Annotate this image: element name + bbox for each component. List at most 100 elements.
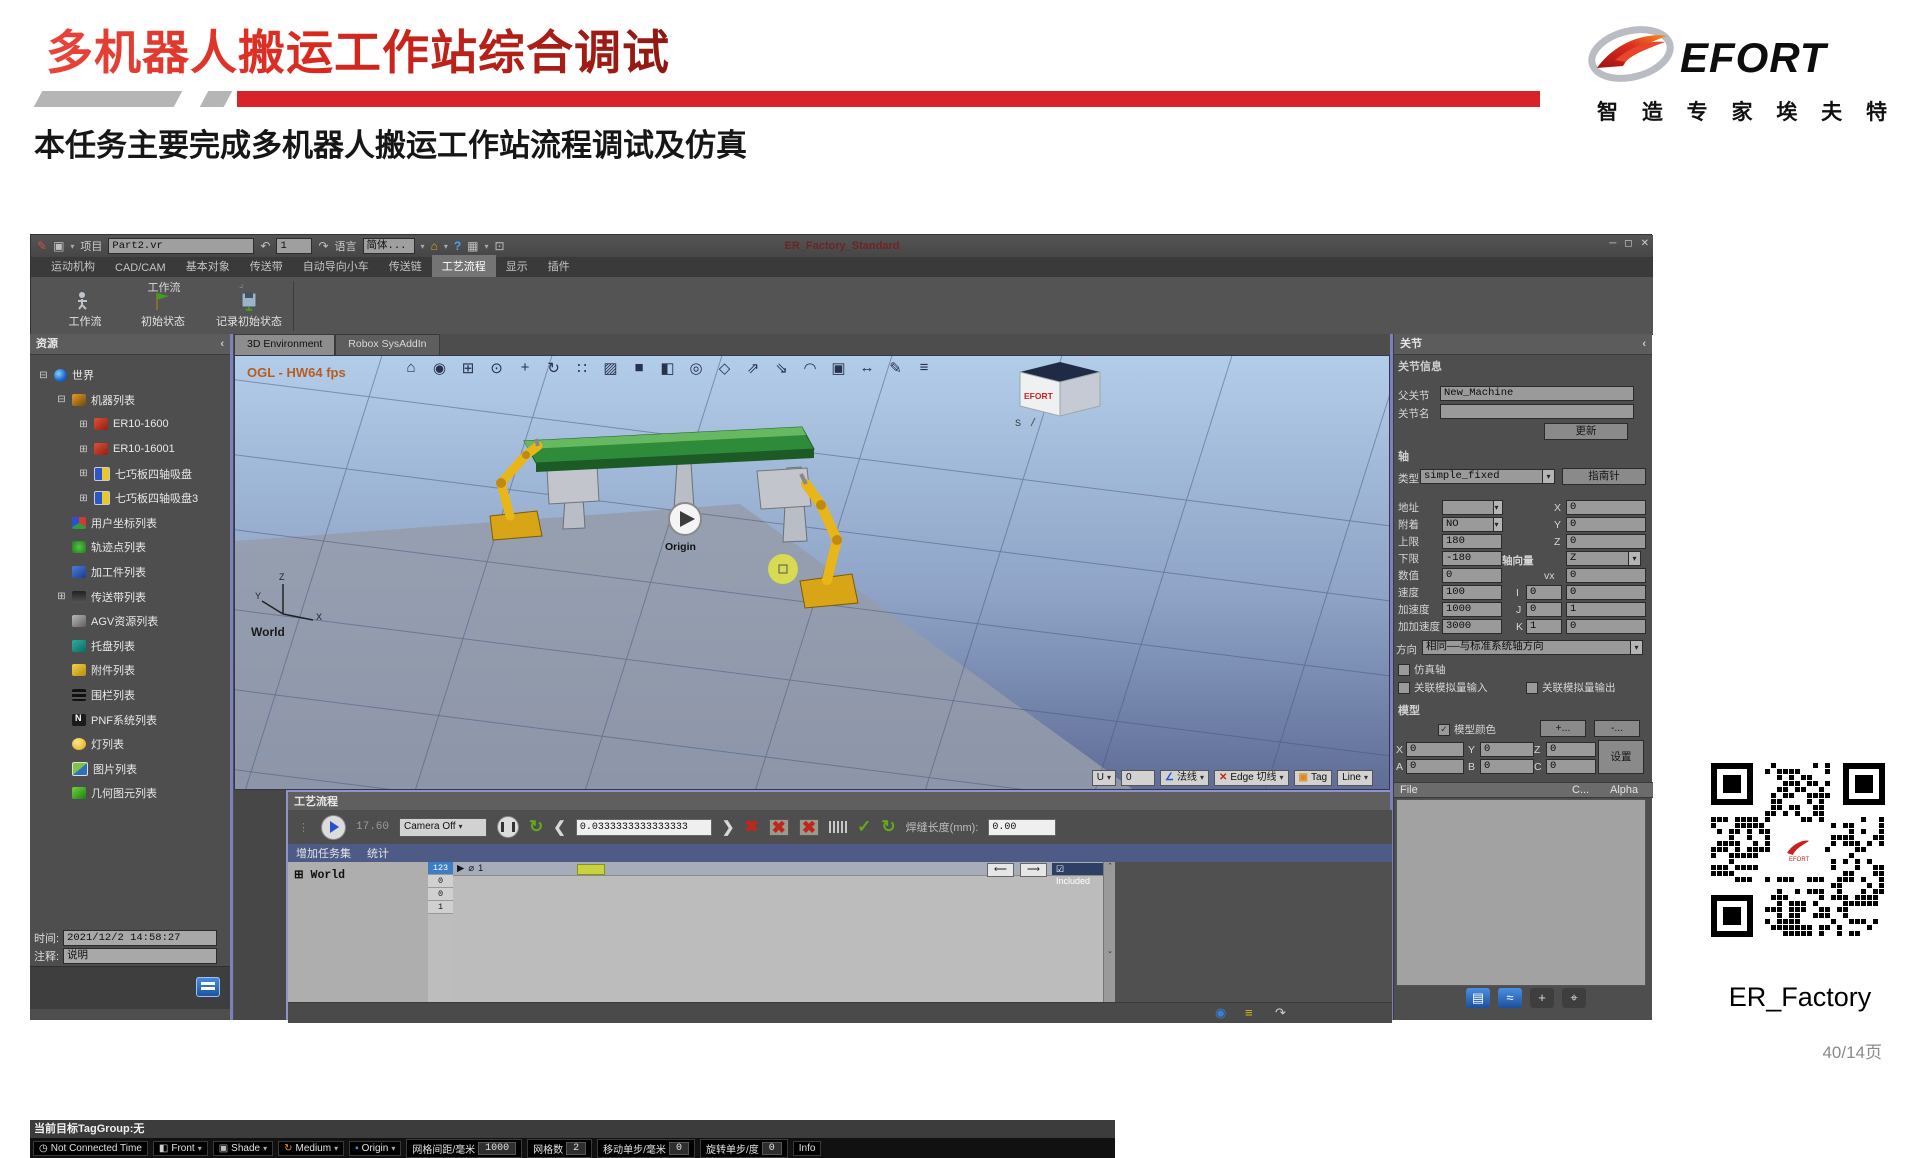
timeline-grid[interactable]: ▶ ⌀ 1 ⟵ ⟶ ☑ Included — [453, 862, 1103, 1002]
row-skip-icon[interactable]: ⌀ — [468, 863, 474, 874]
tree-item[interactable]: 几何图元列表 — [30, 781, 230, 806]
tree-expander-icon[interactable]: ⊟ — [56, 394, 67, 405]
shift-left-button[interactable]: ⟵ — [987, 863, 1014, 877]
check-icon[interactable]: ✓ — [857, 817, 871, 837]
undo-icon[interactable]: ↶ — [260, 239, 270, 253]
joint-下限-input[interactable]: -180 — [1442, 551, 1502, 566]
status-view-mode[interactable]: ◧Front▾ — [153, 1141, 208, 1156]
tab-statistics[interactable]: 统计 — [367, 845, 389, 861]
status-grid-count[interactable]: 网格数2 — [527, 1139, 592, 1158]
point-select-icon[interactable]: ∷ — [574, 359, 590, 377]
record-initial-state-button[interactable]: 记录初始状态 — [207, 291, 291, 329]
solid-view-icon[interactable]: ■ — [631, 359, 647, 377]
y-input[interactable]: 0 — [1566, 517, 1646, 532]
type-caret-icon[interactable]: ▾ — [1542, 469, 1555, 484]
hatch-icon[interactable]: ▨ — [603, 359, 619, 377]
vy-input[interactable]: 0 — [1566, 585, 1646, 600]
pose-c-input[interactable]: 0 — [1546, 759, 1596, 774]
redo-icon[interactable]: ↷ — [318, 239, 328, 253]
language-select[interactable]: 简体... — [363, 238, 415, 254]
tab-add-taskset[interactable]: 增加任务集 — [296, 845, 351, 861]
layout-caret-icon[interactable]: ▾ — [485, 242, 489, 251]
measure-icon[interactable]: ↔ — [859, 359, 875, 377]
status-info[interactable]: Info — [793, 1141, 822, 1156]
joint-加速度-input[interactable]: 1000 — [1442, 602, 1502, 617]
k-input[interactable]: 1 — [1526, 619, 1562, 634]
tree-expander-icon[interactable]: ⊞ — [78, 468, 89, 479]
pose-y-input[interactable]: 0 — [1480, 742, 1534, 757]
pan-icon[interactable]: + — [517, 359, 533, 377]
shift-right-button[interactable]: ⟶ — [1020, 863, 1047, 877]
panel-separator-left[interactable] — [230, 334, 233, 1020]
tree-item[interactable]: ⊞七巧板四轴吸盘3 — [30, 486, 230, 511]
tree-item[interactable]: ⊞ER10-1600 — [30, 412, 230, 437]
minimize-icon[interactable]: ─ — [1609, 238, 1616, 249]
tree-expander-icon[interactable]: ⊟ — [38, 370, 49, 381]
ribbon-tab-6[interactable]: 传送链 — [379, 255, 432, 277]
zoom-icon[interactable]: ⊙ — [489, 359, 505, 377]
vx-input[interactable]: 0 — [1566, 568, 1646, 583]
tree-item[interactable]: 灯列表 — [30, 732, 230, 757]
line-select[interactable]: Line▾ — [1337, 770, 1373, 786]
tree-item[interactable]: 图片列表 — [30, 757, 230, 782]
joint-地址-input[interactable] — [1442, 500, 1494, 515]
plus-button[interactable]: +... — [1540, 720, 1586, 737]
camera-path-icon[interactable]: ↷ — [1275, 1005, 1286, 1021]
workflow-button[interactable]: 工作流 — [49, 291, 121, 329]
world-icon[interactable]: ◉ — [1215, 1005, 1226, 1021]
group-expand-icon[interactable]: ⌟ — [239, 279, 243, 290]
minus-button[interactable]: -... — [1594, 720, 1640, 737]
tree-expander-icon[interactable]: ⊞ — [56, 591, 67, 602]
loop-icon[interactable]: ↻ — [529, 817, 543, 837]
tab-3d-environment[interactable]: 3D Environment — [234, 334, 335, 355]
camera-select[interactable]: Camera Off▾ — [399, 818, 487, 837]
weld-length-input[interactable]: 0.00 — [988, 819, 1056, 836]
file-col[interactable]: File — [1400, 784, 1418, 796]
refresh-icon[interactable]: ↻ — [881, 817, 895, 837]
home-icon[interactable]: ⌂ — [431, 239, 438, 253]
direction-select[interactable]: 相同——与标准系统轴方向 — [1422, 640, 1634, 655]
j-input[interactable]: 0 — [1526, 602, 1562, 617]
tree-item[interactable]: ⊟机器列表 — [30, 388, 230, 413]
capture-icon[interactable]: ▣ — [831, 359, 847, 377]
tree-item[interactable]: 用户坐标列表 — [30, 511, 230, 536]
layout-icon[interactable]: ▦ — [467, 239, 478, 253]
target-icon[interactable]: ⌖ — [1562, 988, 1586, 1008]
window-menu-icon[interactable]: ▣ — [53, 239, 64, 253]
caret-down-icon[interactable]: ▾ — [198, 1144, 202, 1153]
model-color-checkbox[interactable]: ✓模型颜色 — [1438, 722, 1496, 737]
z-input[interactable]: 0 — [1566, 534, 1646, 549]
time-input[interactable]: 2021/12/2 14:58:27 — [63, 930, 217, 946]
note-input[interactable]: 说明 — [63, 948, 217, 964]
ribbon-tab-9[interactable]: 插件 — [538, 255, 580, 277]
pose-z-input[interactable]: 0 — [1546, 742, 1596, 757]
tree-expander-icon[interactable]: ⊞ — [78, 493, 89, 504]
pause-button[interactable] — [497, 816, 519, 838]
tree-item[interactable]: 围栏列表 — [30, 683, 230, 708]
gantt-bar[interactable] — [577, 864, 605, 875]
color-col[interactable]: C... — [1572, 784, 1589, 796]
step-interval-input[interactable]: 0.0333333333333333 — [576, 819, 712, 836]
step-forward-icon[interactable]: ❯ — [722, 818, 735, 836]
language-caret-icon[interactable]: ▾ — [421, 242, 425, 251]
pin-icon[interactable]: ⊡ — [495, 239, 505, 253]
help-icon[interactable]: ? — [454, 239, 461, 253]
tree-item[interactable]: ⊞ER10-16001 — [30, 437, 230, 462]
normal-select[interactable]: ∠法线▾ — [1160, 770, 1209, 786]
export-down-icon[interactable]: ⇘ — [774, 359, 790, 377]
tag-chip[interactable]: ▣Tag — [1294, 770, 1333, 786]
project-name-input[interactable]: Part2.vr — [108, 238, 254, 254]
counter-input[interactable]: 1 — [276, 238, 312, 254]
update-button[interactable]: 更新 — [1544, 423, 1628, 440]
gutter-cell[interactable]: 1 — [428, 901, 453, 914]
vz-input[interactable]: 1 — [1566, 602, 1646, 617]
tree-item[interactable]: 轨迹点列表 — [30, 535, 230, 560]
status-quality[interactable]: ↻Medium▾ — [278, 1141, 344, 1156]
joint-上限-input[interactable]: 180 — [1442, 534, 1502, 549]
tree-item[interactable]: 托盘列表 — [30, 634, 230, 659]
ribbon-tab-2[interactable]: CAD/CAM — [105, 259, 176, 277]
caret-down-icon[interactable]: ▾ — [70, 242, 74, 251]
export-up-icon[interactable]: ⇗ — [745, 359, 761, 377]
ribbon-tab-3[interactable]: 基本对象 — [176, 255, 240, 277]
gutter-cell[interactable]: 0 — [428, 875, 453, 888]
